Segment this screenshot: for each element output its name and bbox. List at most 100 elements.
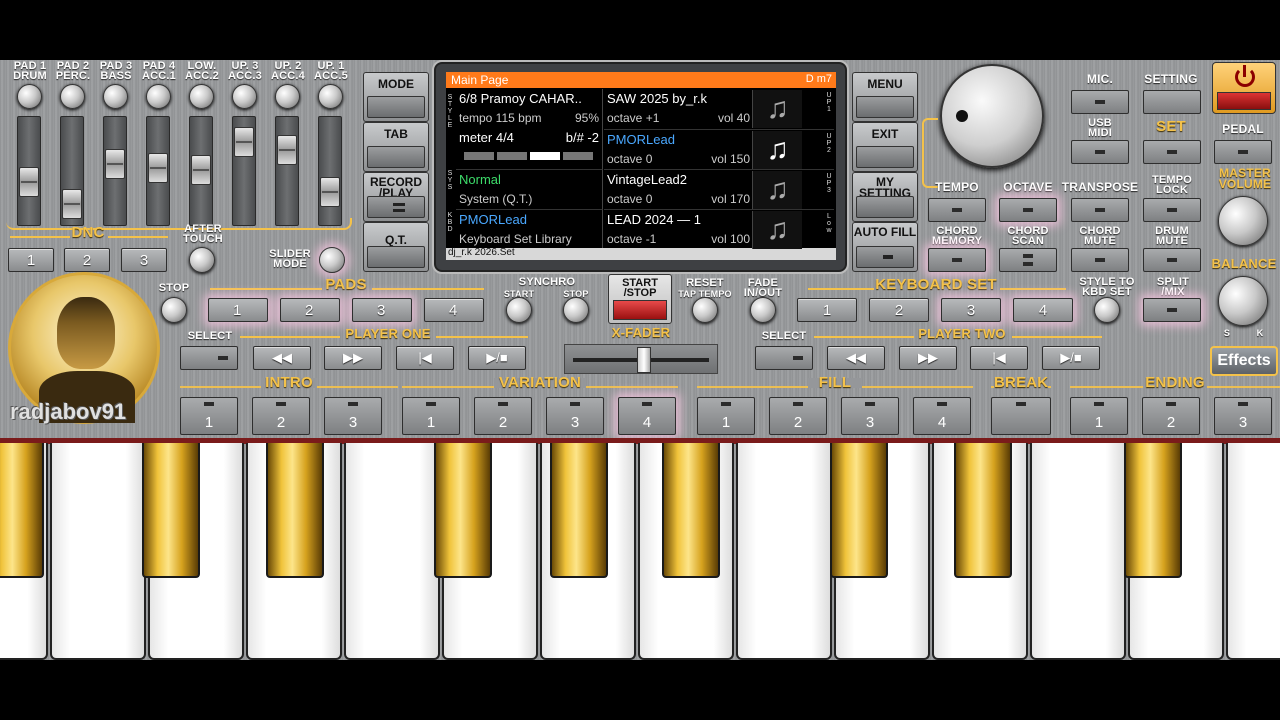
player-one-select[interactable] bbox=[180, 346, 238, 370]
player-one-prev[interactable]: |◀ bbox=[396, 346, 454, 370]
mixer-pan-knob[interactable] bbox=[318, 84, 343, 109]
start-stop-button[interactable]: START /STOP bbox=[608, 274, 672, 324]
mixer-pan-knob[interactable] bbox=[146, 84, 171, 109]
variation-button[interactable]: 4 bbox=[618, 397, 676, 435]
pads-stop-knob[interactable] bbox=[161, 297, 187, 323]
dnc-button-3[interactable]: 3 bbox=[121, 248, 167, 272]
pad-button[interactable]: 4 bbox=[424, 298, 484, 322]
black-key[interactable] bbox=[0, 443, 44, 578]
effects-button[interactable]: Effects bbox=[1210, 346, 1278, 376]
reset-knob[interactable] bbox=[692, 297, 718, 323]
black-key[interactable] bbox=[266, 443, 324, 578]
style-panel[interactable]: 6/8 Pramoy CAHAR.. tempo 115 bpm 95% met… bbox=[456, 89, 603, 169]
mixer-fader[interactable] bbox=[275, 116, 299, 226]
variation-button[interactable]: 3 bbox=[546, 397, 604, 435]
data-dial[interactable] bbox=[940, 64, 1044, 168]
fill-button[interactable]: 1 bbox=[697, 397, 755, 435]
master-volume-knob[interactable] bbox=[1218, 196, 1268, 246]
system-panel[interactable]: Normal System (Q.T.) bbox=[456, 169, 603, 209]
x-fader[interactable] bbox=[564, 344, 718, 374]
player-one-forward[interactable]: ▶▶ bbox=[324, 346, 382, 370]
mixer-pan-knob[interactable] bbox=[17, 84, 42, 109]
record-play-button[interactable]: RECORD /PLAY bbox=[363, 172, 429, 222]
after-touch-knob[interactable] bbox=[189, 247, 215, 273]
player-one-rewind[interactable]: ◀◀ bbox=[253, 346, 311, 370]
black-key[interactable] bbox=[550, 443, 608, 578]
chord-scan-button[interactable] bbox=[999, 248, 1057, 272]
pad-button[interactable]: 1 bbox=[208, 298, 268, 322]
my-setting-button[interactable]: MY SETTING bbox=[852, 172, 918, 222]
player-one-play[interactable]: ▶/■ bbox=[468, 346, 526, 370]
kbd-panel[interactable]: PMORLead Keyboard Set Library bbox=[456, 209, 603, 249]
mixer-fader[interactable] bbox=[318, 116, 342, 226]
mixer-pan-knob[interactable] bbox=[275, 84, 300, 109]
mixer-fader[interactable] bbox=[60, 116, 84, 226]
voice-slot[interactable]: SAW 2025 by_r.k octave +1 vol 40 ♫ UP 1 bbox=[604, 89, 834, 129]
fill-button[interactable]: 3 bbox=[841, 397, 899, 435]
fill-button[interactable]: 4 bbox=[913, 397, 971, 435]
mic-button[interactable] bbox=[1071, 90, 1129, 114]
drum-mute-button[interactable] bbox=[1143, 248, 1201, 272]
voice-slot[interactable]: LEAD 2024 — 1 octave -1 vol 100 ♫ Low bbox=[604, 209, 834, 249]
voice-slot[interactable]: PMORLead octave 0 vol 150 ♫ UP 2 bbox=[604, 129, 834, 169]
chord-mute-button[interactable] bbox=[1071, 248, 1129, 272]
white-key[interactable] bbox=[736, 443, 832, 660]
usb-midi-button[interactable] bbox=[1071, 140, 1129, 164]
mixer-pan-knob[interactable] bbox=[103, 84, 128, 109]
menu-button[interactable]: MENU bbox=[852, 72, 918, 122]
transpose-button[interactable] bbox=[1071, 198, 1129, 222]
mixer-pan-knob[interactable] bbox=[232, 84, 257, 109]
auto-fill-button[interactable]: AUTO FILL bbox=[852, 222, 918, 272]
black-key[interactable] bbox=[142, 443, 200, 578]
fader-cap[interactable] bbox=[19, 167, 39, 197]
qt-button[interactable]: Q.T. bbox=[363, 222, 429, 272]
player-two-play[interactable]: ▶/■ bbox=[1042, 346, 1100, 370]
chord-memory-button[interactable] bbox=[928, 248, 986, 272]
mixer-pan-knob[interactable] bbox=[189, 84, 214, 109]
dnc-button-1[interactable]: 1 bbox=[8, 248, 54, 272]
tempo-button[interactable] bbox=[928, 198, 986, 222]
keyboard-set-button[interactable]: 2 bbox=[869, 298, 929, 322]
break-button[interactable] bbox=[991, 397, 1051, 435]
black-key[interactable] bbox=[662, 443, 720, 578]
fader-cap[interactable] bbox=[277, 135, 297, 165]
white-key[interactable] bbox=[344, 443, 440, 660]
black-key[interactable] bbox=[434, 443, 492, 578]
keyboard-set-button[interactable]: 3 bbox=[941, 298, 1001, 322]
set-button[interactable] bbox=[1143, 140, 1201, 164]
ending-button[interactable]: 2 bbox=[1142, 397, 1200, 435]
octave-button[interactable] bbox=[999, 198, 1057, 222]
setting-button[interactable] bbox=[1143, 90, 1201, 114]
intro-button[interactable]: 1 bbox=[180, 397, 238, 435]
dnc-button-2[interactable]: 2 bbox=[64, 248, 110, 272]
black-key[interactable] bbox=[830, 443, 888, 578]
variation-button[interactable]: 1 bbox=[402, 397, 460, 435]
voice-slot[interactable]: VintageLead2 octave 0 vol 170 ♫ UP 3 bbox=[604, 169, 834, 209]
mixer-fader[interactable] bbox=[103, 116, 127, 226]
mixer-pan-knob[interactable] bbox=[60, 84, 85, 109]
white-key[interactable] bbox=[1030, 443, 1126, 660]
ending-button[interactable]: 1 bbox=[1070, 397, 1128, 435]
tempo-lock-button[interactable] bbox=[1143, 198, 1201, 222]
fader-cap[interactable] bbox=[148, 153, 168, 183]
white-key[interactable] bbox=[50, 443, 146, 660]
variation-button[interactable]: 2 bbox=[474, 397, 532, 435]
fader-cap[interactable] bbox=[191, 155, 211, 185]
player-two-forward[interactable]: ▶▶ bbox=[899, 346, 957, 370]
black-key[interactable] bbox=[954, 443, 1012, 578]
white-key[interactable] bbox=[1226, 443, 1280, 660]
style-to-kbd-knob[interactable] bbox=[1094, 297, 1120, 323]
fade-knob[interactable] bbox=[750, 297, 776, 323]
keyboard-set-button[interactable]: 1 bbox=[797, 298, 857, 322]
mixer-fader[interactable] bbox=[146, 116, 170, 226]
ending-button[interactable]: 3 bbox=[1214, 397, 1272, 435]
intro-button[interactable]: 3 bbox=[324, 397, 382, 435]
synchro-stop-knob[interactable] bbox=[563, 297, 589, 323]
power-button[interactable] bbox=[1212, 62, 1276, 114]
pedal-button[interactable] bbox=[1214, 140, 1272, 164]
mode-button[interactable]: MODE bbox=[363, 72, 429, 122]
keyboard-set-button[interactable]: 4 bbox=[1013, 298, 1073, 322]
fill-button[interactable]: 2 bbox=[769, 397, 827, 435]
player-two-select[interactable] bbox=[755, 346, 813, 370]
mixer-fader[interactable] bbox=[189, 116, 213, 226]
